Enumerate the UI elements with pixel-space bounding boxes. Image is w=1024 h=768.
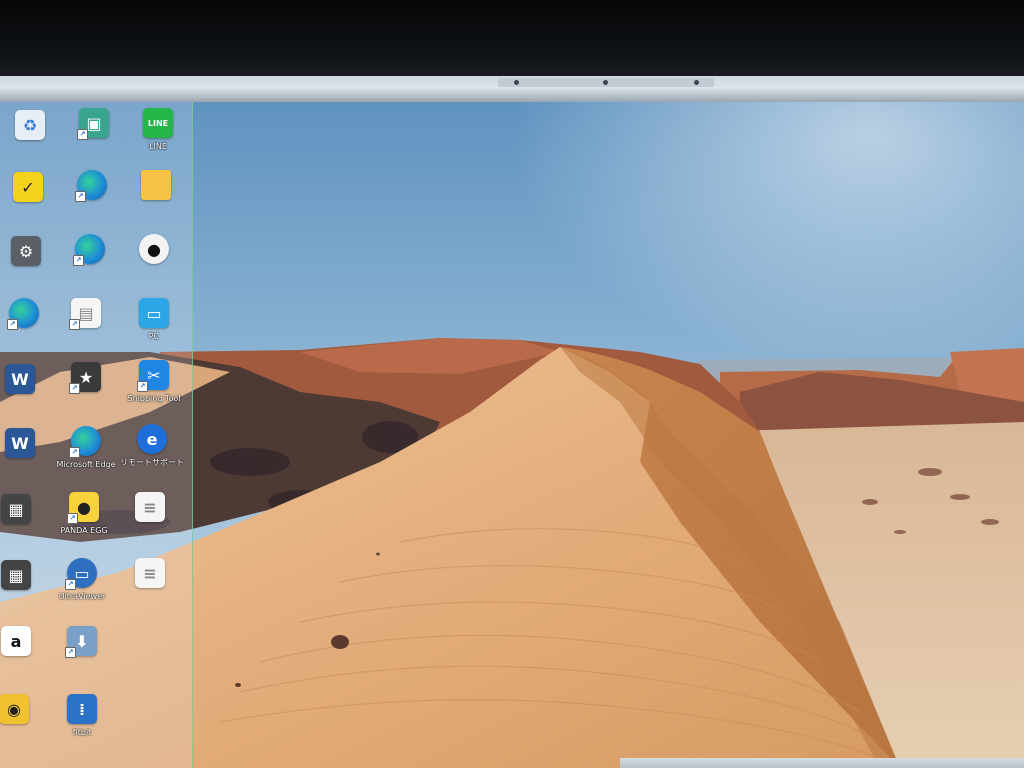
game-icon: ◉ — [0, 694, 29, 724]
desktop-icon-snipping-tool[interactable]: ✂ ↗ Snipping Tool — [118, 360, 190, 422]
fitbit-icon: ⁞ — [67, 694, 97, 724]
taskbar-edge — [620, 758, 1024, 768]
desktop-icon-remote-support[interactable]: e リモートサポート — [116, 424, 188, 486]
desktop-icon-recycle-bin[interactable]: ♻ — [0, 110, 66, 172]
desktop-icon-label: Microsoft Edge — [56, 460, 116, 469]
desktop-icon-text-file-2[interactable]: ≡ — [114, 558, 186, 620]
video-file-icon: ▦ — [1, 494, 31, 524]
desktop-icon-microsoft-edge[interactable]: ↗ Microsoft Edge — [50, 426, 122, 488]
text-file-icon: ≡ — [135, 558, 165, 588]
settings-shortcut-icon: ⚙ — [11, 236, 41, 266]
desktop-icon-label: PC — [148, 332, 160, 341]
desktop-icon-line[interactable]: LINE LINE — [122, 108, 194, 170]
desktop-icon-amazon[interactable]: a — [0, 626, 52, 688]
desktop-icon-folder[interactable] — [120, 170, 192, 232]
desktop-icon-label: LINE — [149, 142, 167, 151]
desktop-icon-label: Snipping Tool — [127, 394, 181, 403]
webcam-lens — [603, 80, 608, 85]
microsoft-edge-icon: ↗ — [69, 426, 101, 458]
panda-egg-icon: ● ↗ — [67, 492, 99, 524]
sensor-dot-left — [514, 80, 519, 85]
desktop-icon-video-2[interactable]: ▦ — [0, 560, 52, 622]
room-background — [0, 0, 1024, 80]
desktop-icon-settings-shortcut[interactable]: ⚙ — [0, 236, 62, 298]
desktop-icon-ultraviewer[interactable]: ▭ ↗ UltraViewer — [46, 558, 118, 620]
word-document-icon: W — [5, 364, 35, 394]
desktop-icon-edge-shortcut-1[interactable]: ↗ — [56, 170, 128, 232]
desktop-icon-canon-app[interactable]: ★ ↗ — [50, 362, 122, 424]
desktop-icon-text-file-1[interactable]: ≡ — [114, 492, 186, 554]
desktop-icon-label: PANDA EGG — [60, 526, 108, 535]
internet-explorer-icon: e — [137, 424, 167, 454]
ultraviewer-icon: ▭ ↗ — [65, 558, 97, 590]
desktop-icon-canon-shortcut[interactable]: ▤ ↗ — [50, 298, 122, 360]
setup-icon: ⬇ ↗ — [65, 626, 97, 658]
desktop-icon-pc[interactable]: ▭ PC — [118, 298, 190, 360]
amazon-icon: a — [1, 626, 31, 656]
desktop-icon-label: UltraViewer — [58, 592, 106, 601]
app-shortcut-icon: ▣ ↗ — [77, 108, 109, 140]
desktop-icon-fitbit[interactable]: ⁞ fitbit — [46, 694, 118, 756]
word-document-icon: W — [5, 428, 35, 458]
edge-shortcut-icon: ↗ — [73, 234, 105, 266]
panda-game-icon: ● — [139, 234, 169, 264]
desktop-icon-todo[interactable]: ✓ — [0, 172, 64, 234]
desktop-icon-edge-shortcut-2[interactable]: ↗ — [54, 234, 126, 296]
desktop-icon-video-1[interactable]: ▦ — [0, 494, 52, 556]
canon-shortcut-icon: ▤ ↗ — [69, 298, 101, 330]
todo-app-icon: ✓ — [13, 172, 43, 202]
desktop-icon-panda-game[interactable]: ● — [118, 234, 190, 296]
video-file-icon: ▦ — [1, 560, 31, 590]
monitor-bezel — [0, 76, 1024, 105]
pc-icon: ▭ — [139, 298, 169, 328]
desktop-icon-app-shortcut[interactable]: ▣ ↗ — [58, 108, 130, 170]
folder-icon — [141, 170, 171, 200]
desktop-icon-game[interactable]: ◉ — [0, 694, 50, 756]
desktop-icon-label: fitbit — [72, 728, 92, 737]
text-file-icon: ≡ — [135, 492, 165, 522]
canon-app-icon: ★ ↗ — [69, 362, 101, 394]
edge-shortcut-icon: ↗ — [75, 170, 107, 202]
recycle-bin-icon: ♻ — [15, 110, 45, 140]
desktop-icon-panda-egg[interactable]: ● ↗ PANDA EGG — [48, 492, 120, 554]
desktop-icon-label: リモートサポート — [120, 458, 184, 467]
desktop-icon-setup[interactable]: ⬇ ↗ — [46, 626, 118, 688]
snipping-tool-icon: ✂ ↗ — [137, 360, 169, 392]
sensor-dot-right — [694, 80, 699, 85]
desktop-icon-word-doc-2[interactable]: W — [0, 428, 56, 490]
edge-shortcut-icon: ↗ — [7, 298, 39, 330]
desktop-icon-word-doc-1[interactable]: W — [0, 364, 56, 426]
line-app-icon: LINE — [143, 108, 173, 138]
